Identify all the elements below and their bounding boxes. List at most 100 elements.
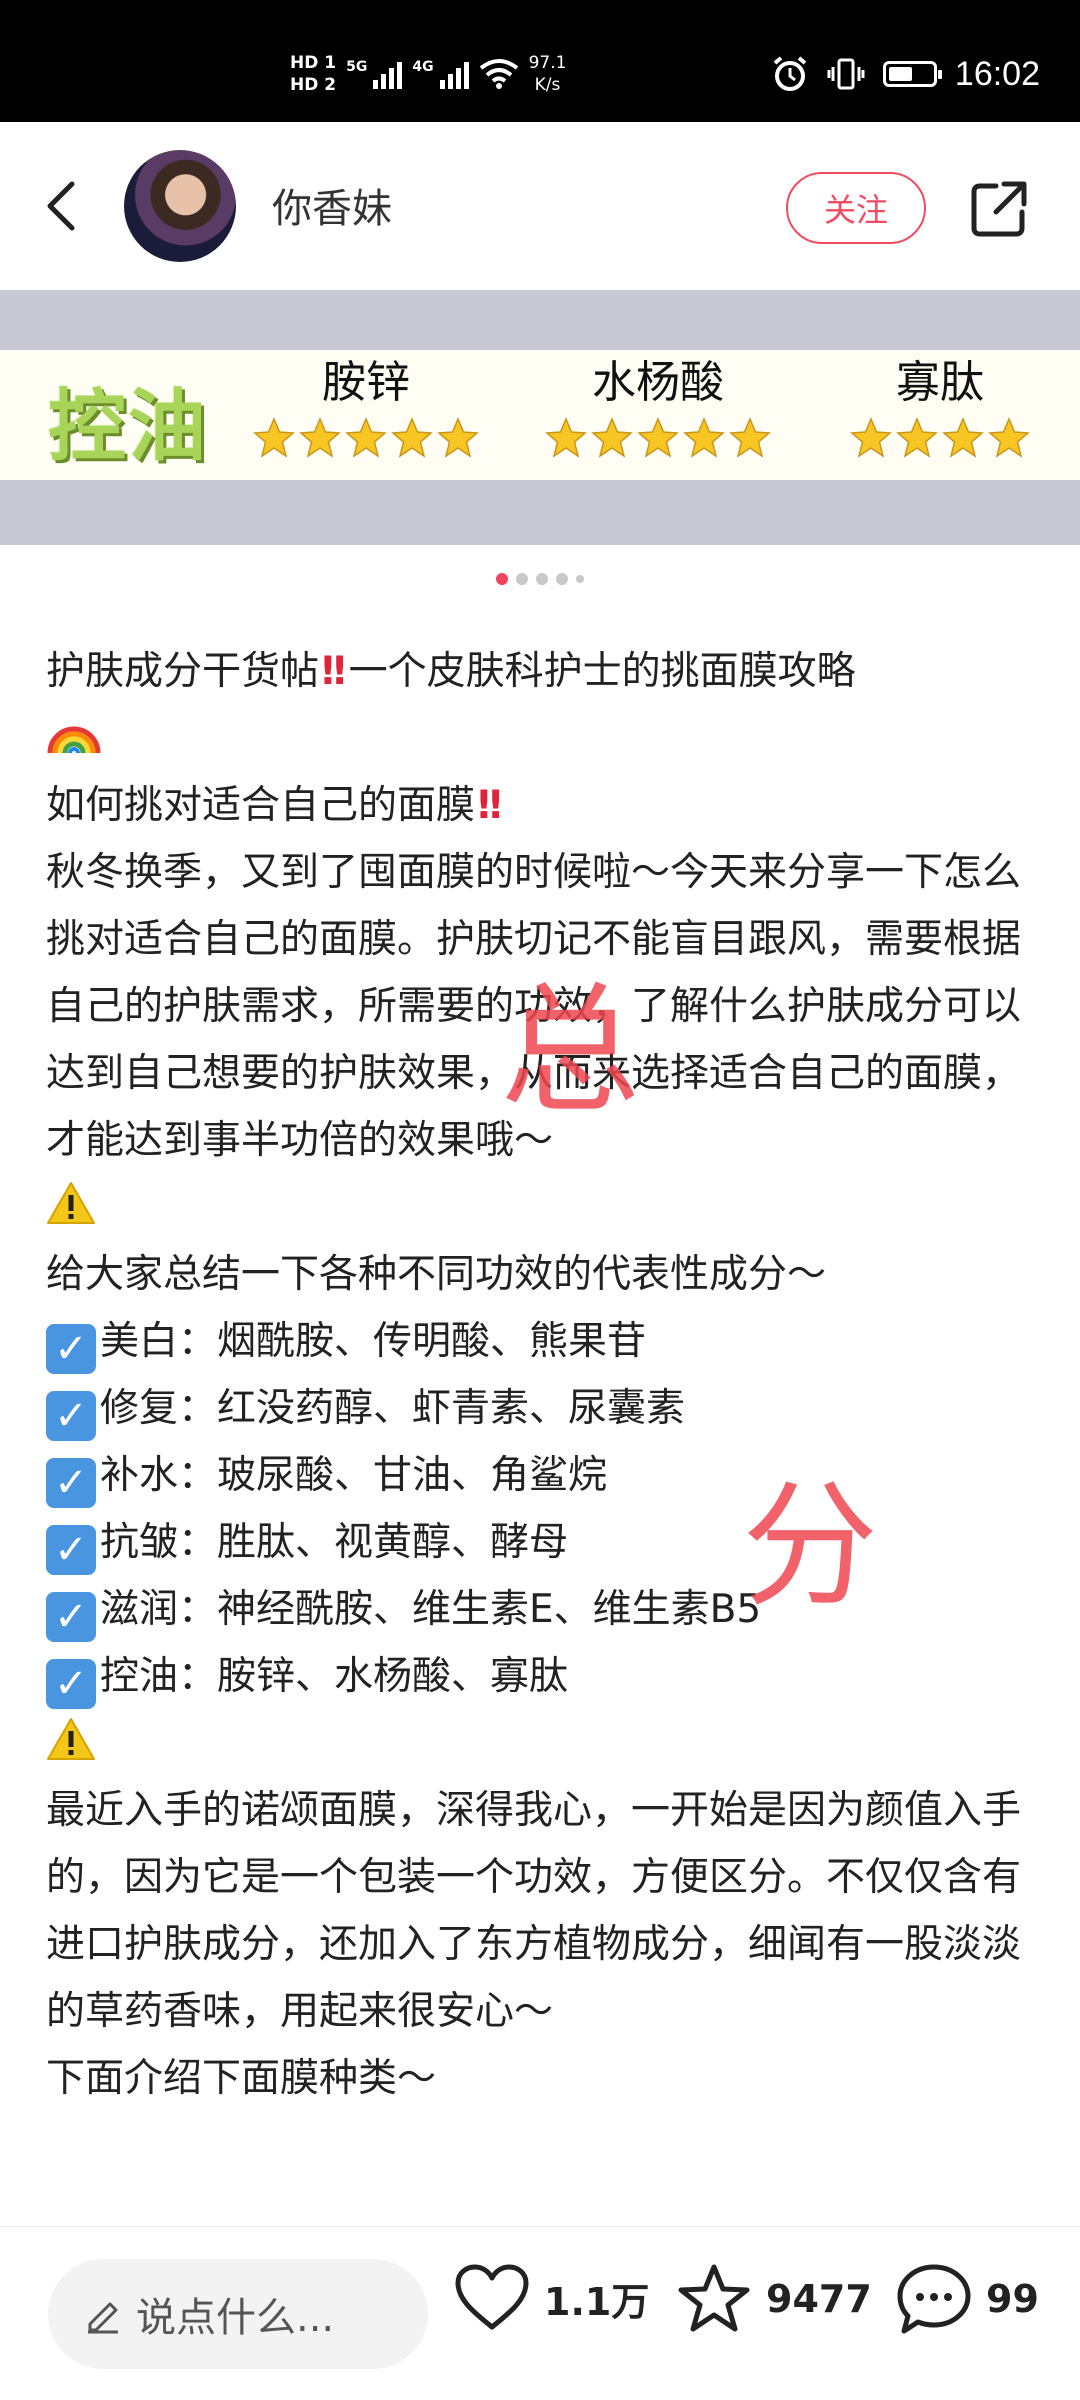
ingredient-list-text: 抗皱：胜肽、视黄醇、酵母	[100, 1520, 569, 1565]
star-icon	[591, 417, 633, 458]
post-subtitle-line: 如何挑对适合自己的面膜!!	[46, 772, 1046, 839]
star-icon	[896, 417, 938, 458]
post-title-line: 护肤成分干货帖!! 一个皮肤科护士的挑面膜攻略	[46, 638, 1046, 705]
pencil-icon	[88, 2302, 118, 2334]
pager-dot	[556, 573, 568, 585]
ingredient-name: 水杨酸	[592, 357, 724, 408]
post-image-carousel[interactable]: 控油 胺锌 水杨酸 寡肽	[0, 290, 1080, 545]
star-icon	[299, 417, 341, 458]
carousel-pager	[0, 573, 1080, 585]
ingredient-list-text: 修复：红没药醇、虾青素、尿囊素	[100, 1386, 686, 1431]
ingredient-list-item: ✓ 控油：胺锌、水杨酸、寡肽	[46, 1643, 1046, 1710]
hd2-label: HD 2	[290, 75, 337, 95]
battery-icon	[882, 61, 942, 87]
ingredient-2: 水杨酸	[538, 356, 778, 460]
heart-icon	[455, 2264, 529, 2330]
checkbox-icon: ✓	[46, 1324, 96, 1374]
share-icon[interactable]	[968, 178, 1030, 240]
post-intro: 秋冬换季，又到了囤面膜的时候啦～今天来分享一下怎么挑对适合自己的面膜。护肤切记不…	[46, 850, 1022, 1163]
ingredient-list-text: 美白：烟酰胺、传明酸、熊果苷	[100, 1319, 647, 1364]
network-speed: 97.1 K/s	[529, 52, 567, 96]
warning-line	[46, 1174, 1046, 1241]
hd-indicator: HD 1 HD 2	[290, 52, 336, 96]
star-icon	[345, 417, 387, 458]
wifi-icon	[479, 58, 519, 90]
post-header: 你香妹 关注	[0, 122, 1080, 290]
speed-value: 97.1	[528, 53, 567, 73]
ingredient-list: ✓ 美白：烟酰胺、传明酸、熊果苷 ✓ 修复：红没药醇、虾青素、尿囊素 ✓ 补水：玻尿酸、甘…	[46, 1308, 1046, 1710]
checkbox-icon: ✓	[46, 1659, 96, 1709]
star-icon	[942, 417, 984, 458]
ingredient-list-item: ✓ 抗皱：胜肽、视黄醇、酵母	[46, 1509, 1046, 1576]
checkbox-icon: ✓	[46, 1525, 96, 1575]
clock: 16:02	[954, 54, 1040, 93]
banner-title: 控油	[48, 382, 209, 472]
double-exclamation-icon: !!	[319, 649, 348, 694]
post-subtitle: 如何挑对适合自己的面膜	[46, 783, 476, 828]
ingredient-list-text: 补水：玻尿酸、甘油、角鲨烷	[100, 1453, 608, 1498]
post-title-a: 护肤成分干货帖	[46, 649, 320, 694]
back-arrow-icon[interactable]	[38, 174, 88, 238]
star-icon	[545, 417, 587, 458]
checkbox-icon: ✓	[46, 1391, 96, 1441]
post-body: 护肤成分干货帖!! 一个皮肤科护士的挑面膜攻略 如何挑对适合自己的面膜!! 秋冬换…	[46, 638, 1046, 2112]
signal-icon: 5G	[346, 59, 403, 89]
ingredient-list-item: ✓ 补水：玻尿酸、甘油、角鲨烷	[46, 1442, 1046, 1509]
comment-placeholder: 说点什么...	[136, 2295, 335, 2341]
ingredient-1: 胺锌	[246, 356, 486, 460]
like-count: 1.1万	[544, 2279, 650, 2324]
star-icon	[683, 417, 725, 458]
ingredient-list-item: ✓ 滋润：神经酰胺、维生素E、维生素B5	[46, 1576, 1046, 1643]
post-title-b: 一个皮肤科护士的挑面膜攻略	[348, 649, 856, 694]
follow-button[interactable]: 关注	[786, 172, 926, 244]
warning-line	[46, 1710, 1046, 1777]
pager-dot	[496, 573, 508, 585]
double-exclamation-icon: !!	[475, 783, 504, 828]
warning-icon	[47, 1182, 95, 1224]
comment-count: 99	[986, 2277, 1039, 2321]
signal-icon-2: 4G	[412, 59, 469, 89]
vibrate-icon	[827, 58, 865, 90]
star-rating	[538, 416, 778, 460]
speed-unit: K/s	[534, 75, 561, 95]
network-type-1: 5G	[346, 59, 368, 75]
battery-fill	[888, 67, 912, 81]
status-left: HD 1 HD 2 5G 4G 97.1 K/s	[290, 44, 566, 104]
status-right: 16:02	[771, 52, 1040, 96]
post-summary: 给大家总结一下各种不同功效的代表性成分～	[46, 1252, 827, 1297]
ingredient-name: 寡肽	[896, 357, 984, 408]
alarm-icon	[773, 56, 807, 91]
comment-input[interactable]: 说点什么...	[48, 2259, 428, 2369]
ingredient-name: 胺锌	[322, 357, 410, 408]
rainbow-line	[46, 705, 1046, 772]
warning-icon	[47, 1718, 95, 1760]
star-rating	[246, 416, 486, 460]
comment-bubble-icon	[897, 2264, 971, 2334]
comments-button[interactable]: 99	[896, 2263, 1039, 2335]
checkbox-icon: ✓	[46, 1458, 96, 1508]
star-icon	[729, 417, 771, 458]
post-paragraph-3: 下面介绍下面膜种类～	[46, 2056, 437, 2101]
star-icon	[988, 417, 1030, 458]
pager-dot	[576, 575, 584, 583]
star-icon	[391, 417, 433, 458]
bottom-action-bar: 说点什么... 1.1万 9477 99	[0, 2226, 1080, 2400]
ingredient-list-item: ✓ 修复：红没药醇、虾青素、尿囊素	[46, 1375, 1046, 1442]
rainbow-icon	[47, 726, 101, 754]
ingredient-list-text: 滋润：神经酰胺、维生素E、维生素B5	[100, 1587, 762, 1632]
status-bar: HD 1 HD 2 5G 4G 97.1 K/s 16:02	[0, 0, 1080, 122]
author-avatar[interactable]	[124, 150, 236, 262]
ingredient-list-text: 控油：胺锌、水杨酸、寡肽	[100, 1654, 569, 1699]
pager-dot	[516, 573, 528, 585]
author-name[interactable]: 你香妹	[272, 176, 392, 234]
like-button[interactable]: 1.1万	[454, 2263, 649, 2333]
pager-dot	[536, 573, 548, 585]
star-icon	[637, 417, 679, 458]
favorite-count: 9477	[766, 2277, 872, 2321]
checkbox-icon: ✓	[46, 1592, 96, 1642]
favorite-button[interactable]: 9477	[676, 2263, 872, 2335]
star-rating	[820, 416, 1060, 460]
ingredient-list-item: ✓ 美白：烟酰胺、传明酸、熊果苷	[46, 1308, 1046, 1375]
hd1-label: HD 1	[290, 53, 337, 73]
star-icon	[850, 417, 892, 458]
